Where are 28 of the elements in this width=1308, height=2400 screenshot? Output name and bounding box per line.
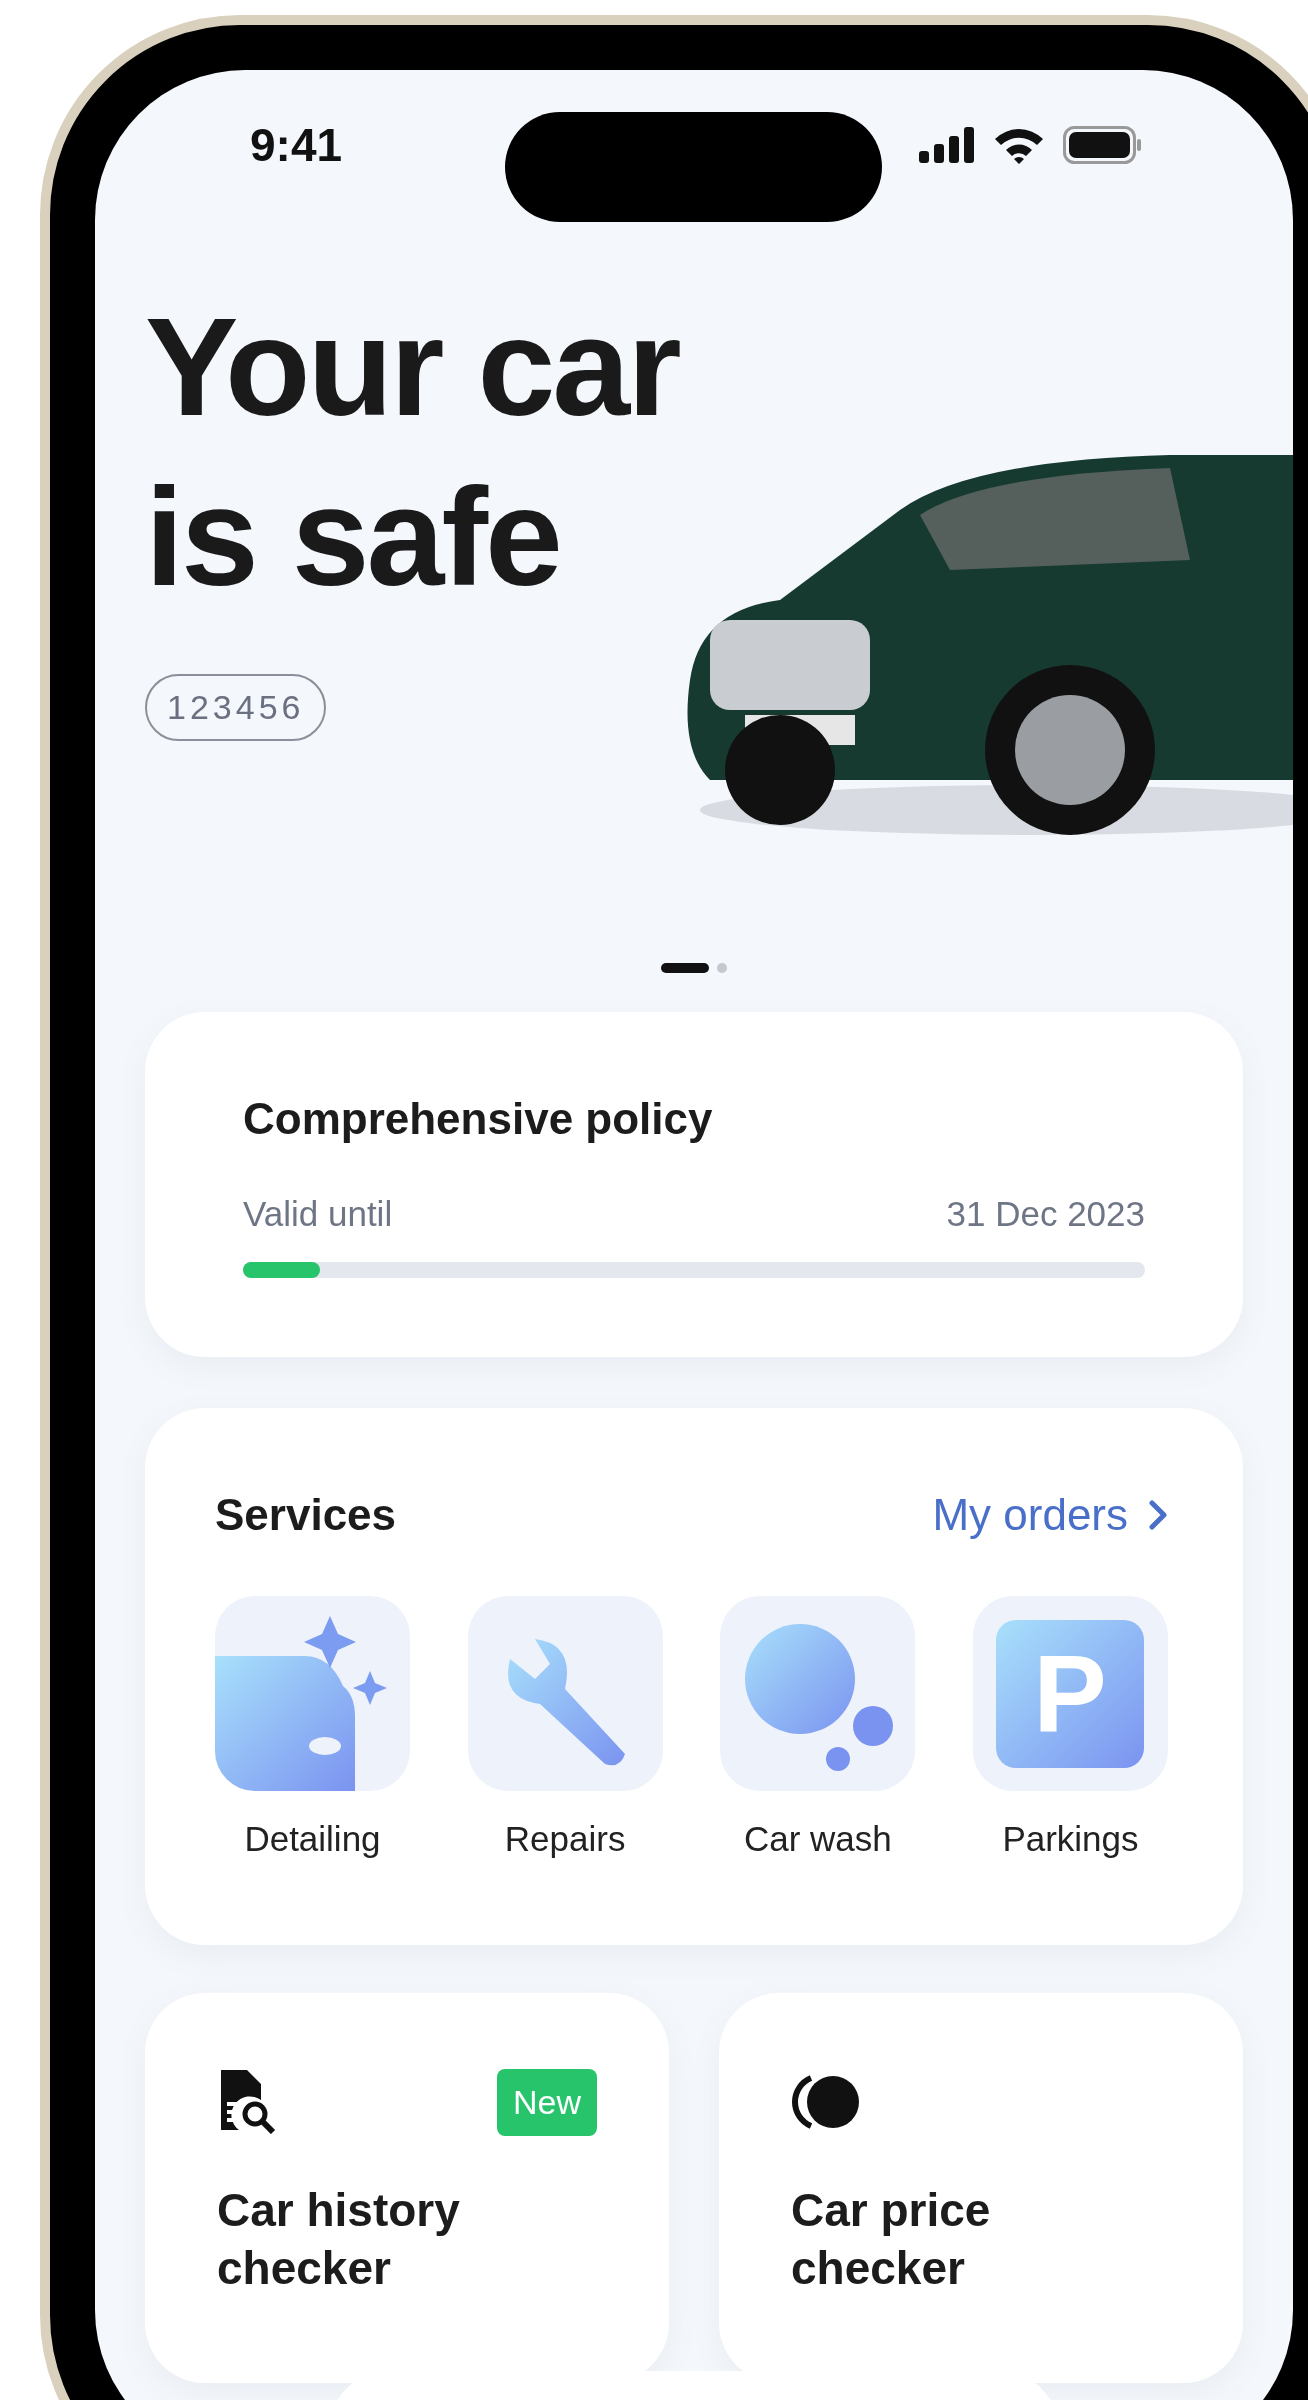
policy-title: Comprehensive policy — [243, 1094, 714, 1144]
service-label: Detailing — [244, 1819, 381, 1859]
status-time: 9:41 — [250, 118, 343, 172]
valid-date: 31 Dec 2023 — [946, 1194, 1145, 1234]
wifi-icon — [993, 126, 1045, 164]
my-orders-link[interactable]: My orders — [932, 1490, 1168, 1540]
valid-label: Valid until — [243, 1194, 393, 1234]
chevron-right-icon — [1148, 1499, 1168, 1531]
service-tile[interactable] — [215, 1596, 410, 1791]
new-badge: New — [496, 2068, 597, 2136]
tool-title: Car history checker — [217, 2183, 461, 2296]
battery-icon — [1063, 126, 1143, 164]
service-label: Car wash — [743, 1819, 892, 1859]
page-indicator[interactable] — [661, 963, 709, 973]
plate-number: 123456 — [145, 674, 327, 741]
services-title: Services — [215, 1490, 397, 1540]
service-tile[interactable] — [720, 1596, 916, 1791]
service-label: Parkings — [1002, 1819, 1139, 1859]
tool-card[interactable]: Car price checker — [719, 1993, 1243, 2383]
tool-title: Car price checker — [791, 2183, 992, 2296]
parking-icon: P — [996, 1619, 1145, 1768]
coins-icon — [791, 2074, 861, 2130]
tool-card[interactable]: New Car history checker — [145, 1993, 669, 2383]
service-label: Repairs — [504, 1819, 626, 1859]
policy-card[interactable]: Comprehensive policy Valid until 31 Dec 2023 — [145, 1012, 1243, 1357]
signal-icon — [919, 127, 975, 163]
service-tile[interactable] — [467, 1596, 663, 1791]
hero-title: Your car is safe — [145, 287, 681, 617]
